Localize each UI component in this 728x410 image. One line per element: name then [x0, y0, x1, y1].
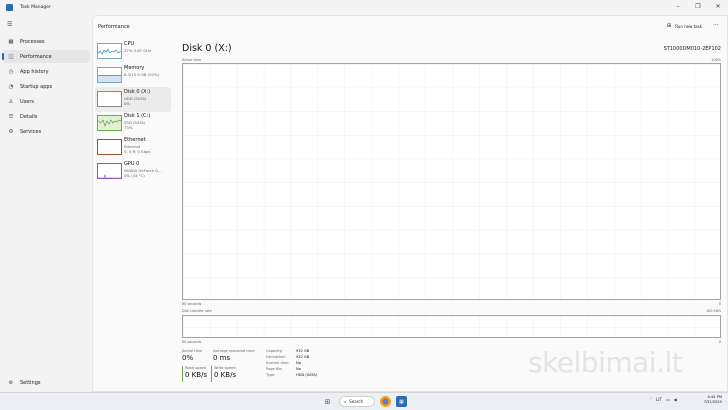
- processes-icon: ▦: [8, 38, 14, 45]
- nav-item-services[interactable]: ⚙ Services: [2, 125, 90, 138]
- language-indicator[interactable]: LIT: [656, 397, 662, 402]
- prop-page-file-value: No: [296, 367, 301, 371]
- taskbar-search[interactable]: ⌕ Search: [339, 396, 375, 407]
- settings-icon: ⚙: [8, 380, 14, 386]
- transfer-rate-label: Disk transfer rate: [182, 309, 212, 313]
- window-title: Task Manager: [20, 4, 51, 10]
- read-speed-marker: [182, 366, 183, 382]
- disk-0-thumbnail: [97, 91, 122, 107]
- network-icon[interactable]: ▭: [666, 397, 670, 402]
- device-card-disk-0[interactable]: Disk 0 (X:) HDD (SATA) 0%: [95, 87, 171, 112]
- watermark: skelbimai.lt: [528, 346, 683, 379]
- gpu-0-thumbnail: [97, 163, 122, 179]
- write-speed-marker: [211, 366, 212, 382]
- sidebar: ☰ ▦ Processes ◫ Performance ◷ App history ◔…: [0, 15, 92, 392]
- prop-formatted-value: 932 GB: [296, 355, 310, 359]
- title-bar: Task Manager: [0, 0, 728, 14]
- write-speed-value: 0 KB/s: [214, 371, 237, 379]
- page-title: Performance: [98, 24, 130, 30]
- nav-item-app-history[interactable]: ◷ App history: [2, 65, 90, 78]
- task-manager-icon: [6, 3, 13, 11]
- run-task-icon: ⊞: [667, 23, 672, 29]
- maximize-button[interactable]: ❐: [688, 0, 708, 12]
- startup-icon: ◔: [8, 83, 14, 90]
- prop-page-file-label: Page file:: [266, 367, 283, 371]
- device-card-disk-1[interactable]: Disk 1 (C:) SSD (SATA) 73%: [95, 111, 171, 136]
- nav-item-details[interactable]: ☰ Details: [2, 110, 90, 123]
- avg-response-value: 0 ms: [213, 354, 231, 362]
- volume-icon[interactable]: ◀: [674, 397, 677, 402]
- device-card-ethernet[interactable]: Ethernet Ethernet S: 0 R: 0 Kbps: [95, 135, 171, 160]
- disk-model: ST1000DM010-2EP102: [663, 46, 721, 52]
- system-tray: ˄ LIT ▭ ◀: [650, 397, 677, 402]
- active-time-stat-label: Active time: [182, 349, 203, 353]
- start-button-icon[interactable]: ⊞: [322, 396, 333, 407]
- active-time-max: 100%: [711, 58, 721, 62]
- close-button[interactable]: ✕: [708, 0, 728, 12]
- prop-system-disk-value: No: [296, 361, 301, 365]
- taskbar: ⊞ ⌕ Search ▦ ˄ LIT ▭ ◀ 4:44 PM 7/31/2025: [0, 392, 728, 410]
- prop-system-disk-label: System disk:: [266, 361, 289, 365]
- transfer-rate-graph: [182, 315, 721, 338]
- read-speed-value: 0 KB/s: [185, 371, 208, 379]
- nav-item-performance[interactable]: ◫ Performance: [2, 50, 90, 63]
- task-manager-taskbar-icon[interactable]: ▦: [396, 396, 407, 407]
- history-icon: ◷: [8, 68, 14, 75]
- ethernet-thumbnail: [97, 139, 122, 155]
- device-card-memory[interactable]: Memory 8.3/15.9 GB (52%): [95, 63, 171, 88]
- hamburger-menu-icon[interactable]: ☰: [7, 21, 12, 28]
- disk-title: Disk 0 (X:): [182, 43, 232, 54]
- chrome-icon[interactable]: [380, 396, 391, 407]
- transfer-rate-max: 100 KB/s: [705, 309, 721, 313]
- cpu-thumbnail: [97, 43, 122, 59]
- graph1-seconds-label: 60 seconds: [182, 302, 202, 306]
- users-icon: ♙: [8, 98, 14, 105]
- graph2-seconds-label: 60 seconds: [182, 340, 202, 344]
- date: 7/31/2025: [703, 400, 722, 404]
- disk-1-thumbnail: [97, 115, 122, 131]
- active-time-stat-value: 0%: [182, 354, 194, 362]
- performance-icon: ◫: [8, 53, 14, 60]
- active-time-label: Active time: [182, 58, 202, 62]
- device-card-cpu[interactable]: CPU 27% 3.87 GHz: [95, 39, 171, 64]
- search-icon: ⌕: [344, 399, 347, 404]
- write-speed-label: Write speed: [214, 366, 236, 370]
- disk-detail: Disk 0 (X:) ST1000DM010-2EP102 Active ti…: [181, 42, 721, 387]
- nav-item-startup-apps[interactable]: ◔ Startup apps: [2, 80, 90, 93]
- memory-thumbnail: [97, 67, 122, 83]
- nav-item-settings[interactable]: ⚙ Settings: [2, 377, 90, 389]
- task-manager-window: Task Manager – ❐ ✕ ☰ ▦ Processes ◫ Perform…: [0, 0, 728, 392]
- window-controls: – ❐ ✕: [668, 0, 728, 12]
- prop-type-value: HDD (SATA): [296, 373, 318, 377]
- prop-formatted-label: Formatted:: [266, 355, 286, 359]
- details-icon: ☰: [8, 113, 14, 120]
- services-icon: ⚙: [8, 128, 14, 135]
- run-new-task-button[interactable]: ⊞ Run new task: [667, 23, 702, 29]
- prop-capacity-value: 932 GB: [296, 349, 310, 353]
- clock[interactable]: 4:44 PM 7/31/2025: [698, 395, 722, 405]
- nav-item-users[interactable]: ♙ Users: [2, 95, 90, 108]
- performance-panel: Performance ⊞ Run new task ··· CPU 27% 3…: [92, 15, 728, 392]
- chevron-up-icon[interactable]: ˄: [650, 397, 652, 402]
- device-card-gpu-0[interactable]: GPU 0 NVIDIA GeForce G... 0% (44 °C): [95, 159, 171, 184]
- graph2-zero-label: 0: [718, 340, 721, 344]
- prop-type-label: Type:: [266, 373, 276, 377]
- graph1-zero-label: 0: [718, 302, 721, 306]
- more-options-button[interactable]: ···: [713, 22, 719, 29]
- minimize-button[interactable]: –: [668, 0, 688, 12]
- nav-item-processes[interactable]: ▦ Processes: [2, 35, 90, 48]
- active-time-graph: [182, 63, 721, 300]
- read-speed-label: Read speed: [185, 366, 207, 370]
- avg-response-label: Average response time: [213, 349, 255, 353]
- prop-capacity-label: Capacity:: [266, 349, 283, 353]
